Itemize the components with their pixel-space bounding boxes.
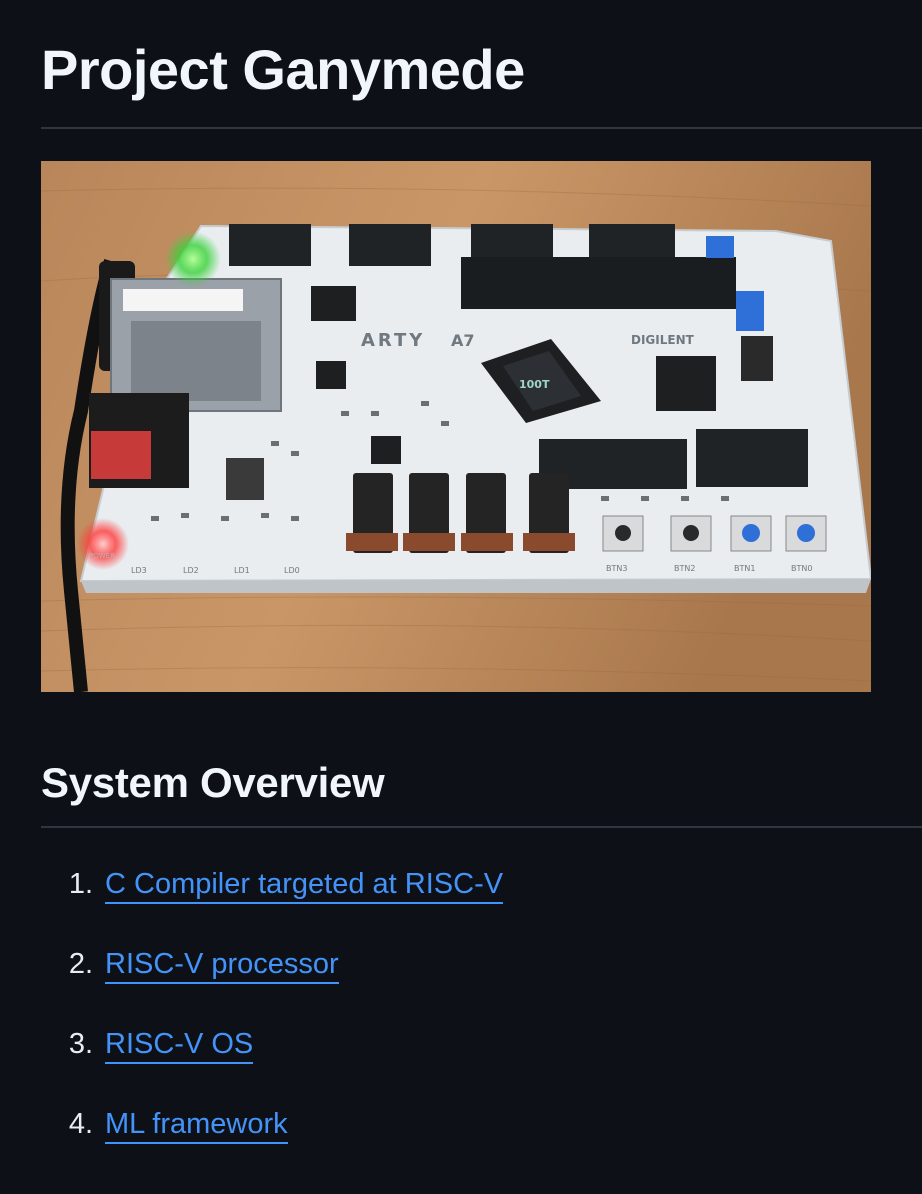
- silk-ld1: LD1: [234, 566, 250, 575]
- list-number: 3.: [68, 1028, 93, 1060]
- link-c-compiler[interactable]: C Compiler targeted at RISC-V: [105, 866, 504, 904]
- section-divider: [41, 826, 922, 828]
- section-title: System Overview: [41, 759, 385, 806]
- silk-brand: ARTY: [361, 330, 425, 351]
- title-divider: [41, 127, 922, 129]
- link-riscv-os[interactable]: RISC-V OS: [105, 1026, 254, 1064]
- silk-btn2: BTN2: [674, 564, 695, 573]
- list-number: 2.: [68, 948, 93, 980]
- silk-model: A7: [451, 331, 475, 350]
- silk-btn0: BTN0: [791, 564, 812, 573]
- silk-ld3: LD3: [131, 566, 147, 575]
- silk-maker: DIGILENT: [631, 333, 695, 347]
- silk-ld2: LD2: [183, 566, 199, 575]
- page-title: Project Ganymede: [41, 38, 525, 101]
- silk-btn3: BTN3: [606, 564, 627, 573]
- list-number: 1.: [68, 868, 93, 900]
- board-photo[interactable]: ARTY A7 DIGILENT POWER BTN3 BTN2 BTN1 BT…: [41, 161, 871, 692]
- link-ml-framework[interactable]: ML framework: [105, 1106, 288, 1144]
- silk-ld0: LD0: [284, 566, 300, 575]
- silk-btn1: BTN1: [734, 564, 755, 573]
- silk-chip: 100T: [519, 378, 550, 391]
- silk-power: POWER: [89, 552, 115, 560]
- list-number: 4.: [68, 1108, 93, 1140]
- link-riscv-processor[interactable]: RISC-V processor: [105, 946, 339, 984]
